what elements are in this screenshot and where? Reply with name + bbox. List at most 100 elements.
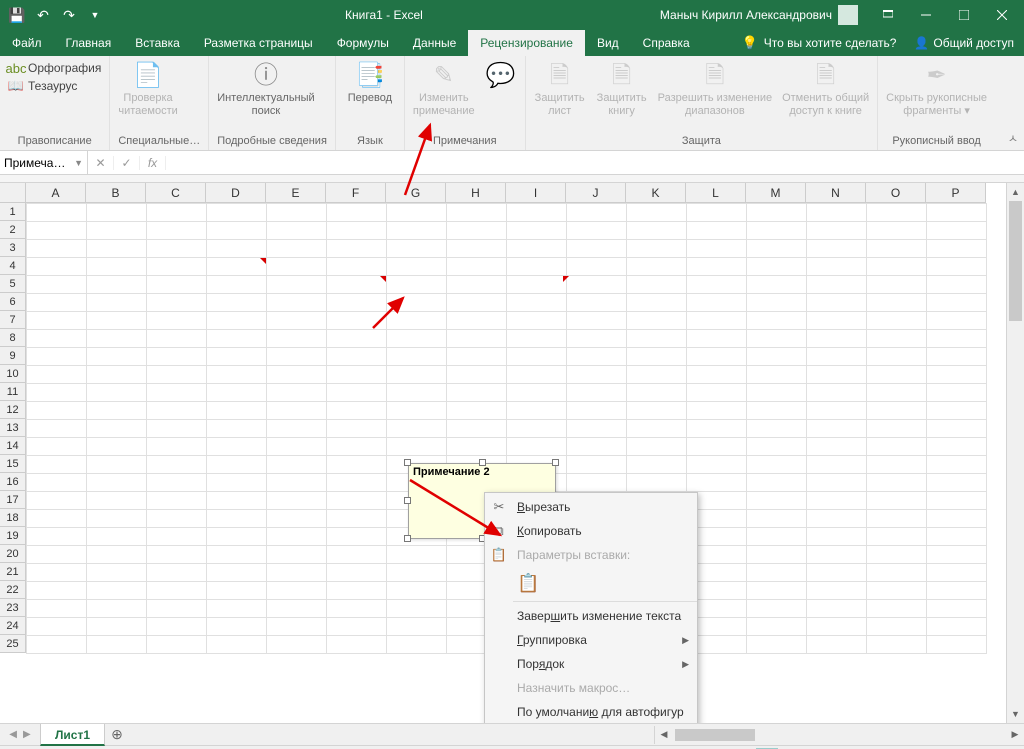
cell[interactable] <box>387 204 447 222</box>
cell[interactable] <box>387 222 447 240</box>
cell[interactable] <box>627 258 687 276</box>
cell[interactable] <box>147 402 207 420</box>
ctx-group[interactable]: Группировка▶ <box>485 628 697 652</box>
cell[interactable] <box>927 636 987 654</box>
resize-handle[interactable] <box>552 459 559 466</box>
cell[interactable] <box>627 438 687 456</box>
cell[interactable] <box>447 294 507 312</box>
cell[interactable] <box>267 564 327 582</box>
cell[interactable] <box>147 276 207 294</box>
cell[interactable] <box>207 600 267 618</box>
cell[interactable] <box>867 474 927 492</box>
cell[interactable] <box>27 582 87 600</box>
cell[interactable] <box>327 204 387 222</box>
row-header[interactable]: 14 <box>0 437 26 455</box>
cell[interactable] <box>327 276 387 294</box>
translate-button[interactable]: 📑 Перевод <box>344 60 396 105</box>
cell[interactable] <box>747 528 807 546</box>
undo-icon[interactable]: ↶ <box>32 4 54 26</box>
column-header[interactable]: K <box>626 183 686 203</box>
cell[interactable] <box>747 600 807 618</box>
cell[interactable] <box>267 330 327 348</box>
cell[interactable] <box>867 456 927 474</box>
enter-formula-button[interactable]: ✓ <box>114 156 140 170</box>
cell[interactable] <box>327 222 387 240</box>
cell[interactable] <box>27 474 87 492</box>
cell[interactable] <box>567 276 627 294</box>
row-header[interactable]: 4 <box>0 257 26 275</box>
thesaurus-button[interactable]: 📖Тезаурус <box>8 78 101 94</box>
cell[interactable] <box>267 294 327 312</box>
cell[interactable] <box>327 366 387 384</box>
cell[interactable] <box>147 582 207 600</box>
cell[interactable] <box>867 618 927 636</box>
cell[interactable] <box>747 240 807 258</box>
ctx-order[interactable]: Порядок▶ <box>485 652 697 676</box>
cell[interactable] <box>447 366 507 384</box>
cell[interactable] <box>27 546 87 564</box>
cell[interactable] <box>207 366 267 384</box>
cell[interactable] <box>747 564 807 582</box>
cell[interactable] <box>807 258 867 276</box>
cell[interactable] <box>327 582 387 600</box>
cell[interactable] <box>207 312 267 330</box>
cell[interactable] <box>447 240 507 258</box>
cell[interactable] <box>387 618 447 636</box>
cell[interactable] <box>447 402 507 420</box>
cell[interactable] <box>507 402 567 420</box>
cell[interactable] <box>927 420 987 438</box>
cell[interactable] <box>147 258 207 276</box>
cell[interactable] <box>207 582 267 600</box>
cell[interactable] <box>87 510 147 528</box>
row-header[interactable]: 23 <box>0 599 26 617</box>
name-box-dropdown-icon[interactable]: ▼ <box>74 158 83 168</box>
comment-nav-buttons[interactable]: 💬 <box>485 60 517 92</box>
cell[interactable] <box>27 258 87 276</box>
cell[interactable] <box>267 474 327 492</box>
cell[interactable] <box>687 438 747 456</box>
tab-formulas[interactable]: Формулы <box>325 30 401 56</box>
cell[interactable] <box>807 222 867 240</box>
cell[interactable] <box>747 348 807 366</box>
cell[interactable] <box>627 384 687 402</box>
cell[interactable] <box>87 528 147 546</box>
row-header[interactable]: 18 <box>0 509 26 527</box>
cell[interactable] <box>267 636 327 654</box>
cell[interactable] <box>27 636 87 654</box>
cell[interactable] <box>327 420 387 438</box>
cell[interactable] <box>687 474 747 492</box>
cell[interactable] <box>867 510 927 528</box>
cell[interactable] <box>327 456 387 474</box>
scroll-down-button[interactable]: ▼ <box>1007 705 1024 723</box>
cell[interactable] <box>147 510 207 528</box>
row-header[interactable]: 12 <box>0 401 26 419</box>
cell[interactable] <box>687 366 747 384</box>
formula-input[interactable] <box>166 151 1024 174</box>
cell[interactable] <box>627 330 687 348</box>
cell[interactable] <box>207 618 267 636</box>
cell[interactable] <box>447 330 507 348</box>
cell[interactable] <box>87 546 147 564</box>
tell-me-input[interactable]: Что вы хотите сделать? <box>764 36 897 50</box>
cell[interactable] <box>747 366 807 384</box>
cell[interactable] <box>327 546 387 564</box>
cell[interactable] <box>147 438 207 456</box>
cell[interactable] <box>747 294 807 312</box>
cell[interactable] <box>927 492 987 510</box>
cell[interactable] <box>387 384 447 402</box>
cell[interactable] <box>927 528 987 546</box>
cell[interactable] <box>207 276 267 294</box>
cell[interactable] <box>27 366 87 384</box>
cell[interactable] <box>927 222 987 240</box>
cell[interactable] <box>927 204 987 222</box>
cell[interactable] <box>267 258 327 276</box>
cell[interactable] <box>147 348 207 366</box>
column-header[interactable]: L <box>686 183 746 203</box>
cell[interactable] <box>87 222 147 240</box>
cell[interactable] <box>87 420 147 438</box>
row-header[interactable]: 15 <box>0 455 26 473</box>
cell[interactable] <box>87 258 147 276</box>
tab-page-layout[interactable]: Разметка страницы <box>192 30 325 56</box>
cell[interactable] <box>687 348 747 366</box>
vertical-scrollbar[interactable]: ▲ ▼ <box>1006 183 1024 723</box>
